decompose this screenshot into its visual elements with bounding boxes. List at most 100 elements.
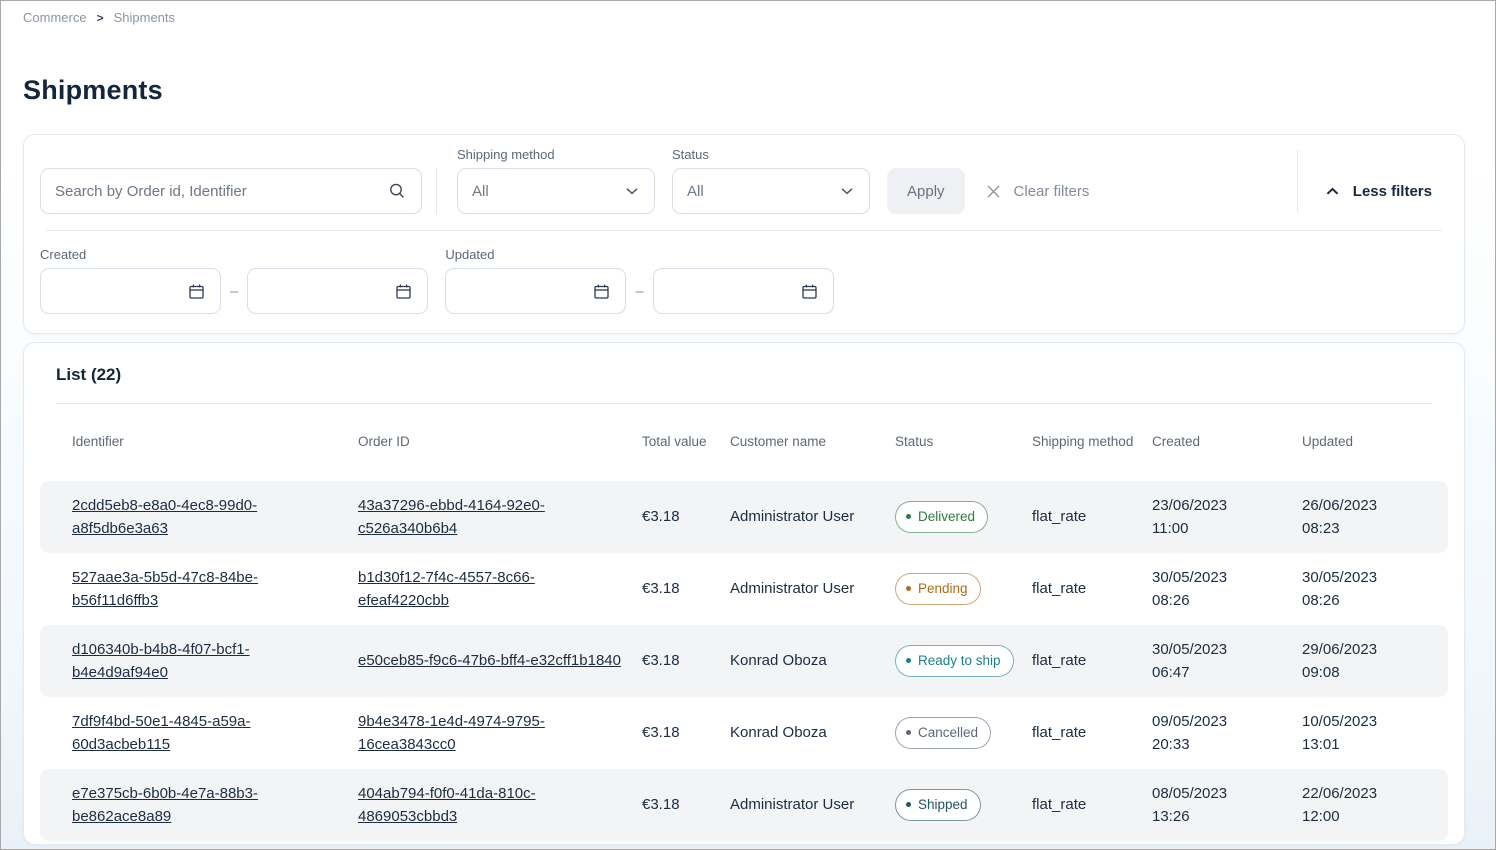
shipping-method-cell: flat_rate bbox=[1032, 721, 1152, 744]
shipping-method-cell: flat_rate bbox=[1032, 649, 1152, 672]
customer-name-cell: Konrad Oboza bbox=[730, 649, 895, 672]
shipping-method-value: All bbox=[472, 183, 489, 200]
status-cell: Delivered bbox=[895, 501, 1032, 534]
identifier-link[interactable]: 2cdd5eb8-e8a0-4ec8-99d0-a8f5db6e3a63 bbox=[72, 497, 257, 537]
created-cell: 23/06/202311:00 bbox=[1152, 494, 1302, 541]
total-value-cell: €3.18 bbox=[642, 793, 730, 816]
identifier-link[interactable]: d106340b-b4b8-4f07-bcf1-b4e4d9af94e0 bbox=[72, 641, 250, 681]
status-dot-icon bbox=[906, 586, 911, 591]
order-id-link[interactable]: e50ceb85-f9c6-47b6-bff4-e32cff1b1840 bbox=[358, 652, 621, 669]
total-value-cell: €3.18 bbox=[642, 505, 730, 528]
customer-name-cell: Administrator User bbox=[730, 505, 895, 528]
updated-label: Updated bbox=[445, 247, 833, 262]
order-id-link[interactable]: 43a37296-ebbd-4164-92e0-c526a340b6b4 bbox=[358, 497, 545, 537]
status-label: Status bbox=[672, 147, 870, 162]
calendar-icon bbox=[394, 282, 413, 301]
filters-panel: Shipping method All Status All bbox=[23, 134, 1465, 334]
order-id-link[interactable]: b1d30f12-7f4c-4557-8c66-efeaf4220cbb bbox=[358, 569, 535, 609]
table-row: e7e375cb-6b0b-4e7a-88b3-be862ace8a89 404… bbox=[40, 769, 1448, 841]
identifier-link[interactable]: e7e375cb-6b0b-4e7a-88b3-be862ace8a89 bbox=[72, 785, 258, 825]
search-field bbox=[40, 168, 422, 214]
updated-from-input[interactable] bbox=[445, 268, 626, 314]
status-dot-icon bbox=[906, 730, 911, 735]
total-value-cell: €3.18 bbox=[642, 721, 730, 744]
chevron-down-icon bbox=[839, 183, 855, 199]
status-badge-label: Ready to ship bbox=[918, 651, 1001, 672]
status-cell: Pending bbox=[895, 573, 1032, 606]
column-header: Total value bbox=[642, 433, 730, 451]
status-cell: Ready to ship bbox=[895, 645, 1032, 678]
created-cell: 08/05/202313:26 bbox=[1152, 782, 1302, 829]
customer-name-cell: Administrator User bbox=[730, 793, 895, 816]
customer-name-cell: Administrator User bbox=[730, 577, 895, 600]
less-filters-label: Less filters bbox=[1353, 183, 1432, 200]
shipments-list-panel: List (22) IdentifierOrder IDTotal valueC… bbox=[23, 342, 1465, 845]
status-badge: Pending bbox=[895, 573, 981, 606]
created-cell: 09/05/202320:33 bbox=[1152, 710, 1302, 757]
search-box[interactable] bbox=[40, 168, 422, 214]
column-header: Created bbox=[1152, 433, 1302, 451]
table-header: IdentifierOrder IDTotal valueCustomer na… bbox=[40, 404, 1448, 481]
created-to-input[interactable] bbox=[247, 268, 428, 314]
table-row: 527aae3a-5b5d-47c8-84be-b56f11d6ffb3 b1d… bbox=[40, 553, 1448, 625]
search-icon bbox=[387, 181, 407, 201]
apply-button[interactable]: Apply bbox=[887, 168, 965, 214]
order-id-link[interactable]: 404ab794-f0f0-41da-810c-4869053cbbd3 bbox=[358, 785, 536, 825]
table-row: 2cdd5eb8-e8a0-4ec8-99d0-a8f5db6e3a63 43a… bbox=[40, 481, 1448, 553]
close-icon bbox=[985, 183, 1002, 200]
table-row: 7df9f4bd-50e1-4845-a59a-60d3acbeb115 9b4… bbox=[40, 697, 1448, 769]
total-value-cell: €3.18 bbox=[642, 649, 730, 672]
status-badge-label: Shipped bbox=[918, 795, 968, 816]
status-cell: Cancelled bbox=[895, 717, 1032, 750]
shipping-method-cell: flat_rate bbox=[1032, 793, 1152, 816]
page-title: Shipments bbox=[23, 75, 1495, 106]
clear-filters-button[interactable]: Clear filters bbox=[985, 168, 1090, 214]
calendar-icon bbox=[800, 282, 819, 301]
shipping-method-label: Shipping method bbox=[457, 147, 655, 162]
filter-divider bbox=[436, 168, 437, 214]
breadcrumb: Commerce > Shipments bbox=[23, 10, 1495, 25]
search-input[interactable] bbox=[55, 183, 387, 200]
created-cell: 30/05/202306:47 bbox=[1152, 638, 1302, 685]
status-badge-label: Pending bbox=[918, 579, 968, 600]
column-header: Status bbox=[895, 433, 1032, 451]
order-id-link[interactable]: 9b4e3478-1e4d-4974-9795-16cea3843cc0 bbox=[358, 713, 545, 753]
breadcrumb-separator-icon: > bbox=[97, 11, 104, 25]
table-row: d106340b-b4b8-4f07-bcf1-b4e4d9af94e0 e50… bbox=[40, 625, 1448, 697]
range-dash: – bbox=[635, 283, 643, 300]
breadcrumb-shipments: Shipments bbox=[114, 10, 175, 25]
status-dot-icon bbox=[906, 802, 911, 807]
created-from-input[interactable] bbox=[40, 268, 221, 314]
status-dot-icon bbox=[906, 658, 911, 663]
created-range-field: Created – bbox=[40, 247, 428, 314]
clear-filters-label: Clear filters bbox=[1014, 183, 1090, 200]
top-bar: Commerce > Shipments bbox=[1, 1, 1495, 45]
column-header: Shipping method bbox=[1032, 433, 1152, 451]
updated-cell: 10/05/202313:01 bbox=[1302, 710, 1436, 757]
updated-to-input[interactable] bbox=[653, 268, 834, 314]
identifier-link[interactable]: 7df9f4bd-50e1-4845-a59a-60d3acbeb115 bbox=[72, 713, 250, 753]
updated-cell: 22/06/202312:00 bbox=[1302, 782, 1436, 829]
chevron-down-icon bbox=[624, 183, 640, 199]
identifier-link[interactable]: 527aae3a-5b5d-47c8-84be-b56f11d6ffb3 bbox=[72, 569, 258, 609]
column-header: Customer name bbox=[730, 433, 895, 451]
shipping-method-cell: flat_rate bbox=[1032, 577, 1152, 600]
filter-divider bbox=[1297, 150, 1298, 212]
column-header: Identifier bbox=[72, 433, 358, 451]
list-title: List (22) bbox=[56, 365, 1448, 385]
filters-row-divider bbox=[46, 230, 1442, 231]
status-cell: Shipped bbox=[895, 789, 1032, 822]
status-badge: Cancelled bbox=[895, 717, 991, 750]
customer-name-cell: Konrad Oboza bbox=[730, 721, 895, 744]
calendar-icon bbox=[592, 282, 611, 301]
breadcrumb-commerce[interactable]: Commerce bbox=[23, 10, 87, 25]
status-select[interactable]: All bbox=[672, 168, 870, 214]
column-header: Order ID bbox=[358, 433, 642, 451]
less-filters-toggle[interactable]: Less filters bbox=[1324, 168, 1448, 214]
updated-cell: 26/06/202308:23 bbox=[1302, 494, 1436, 541]
calendar-icon bbox=[187, 282, 206, 301]
updated-cell: 30/05/202308:26 bbox=[1302, 566, 1436, 613]
column-header: Updated bbox=[1302, 433, 1436, 451]
created-cell: 30/05/202308:26 bbox=[1152, 566, 1302, 613]
shipping-method-select[interactable]: All bbox=[457, 168, 655, 214]
